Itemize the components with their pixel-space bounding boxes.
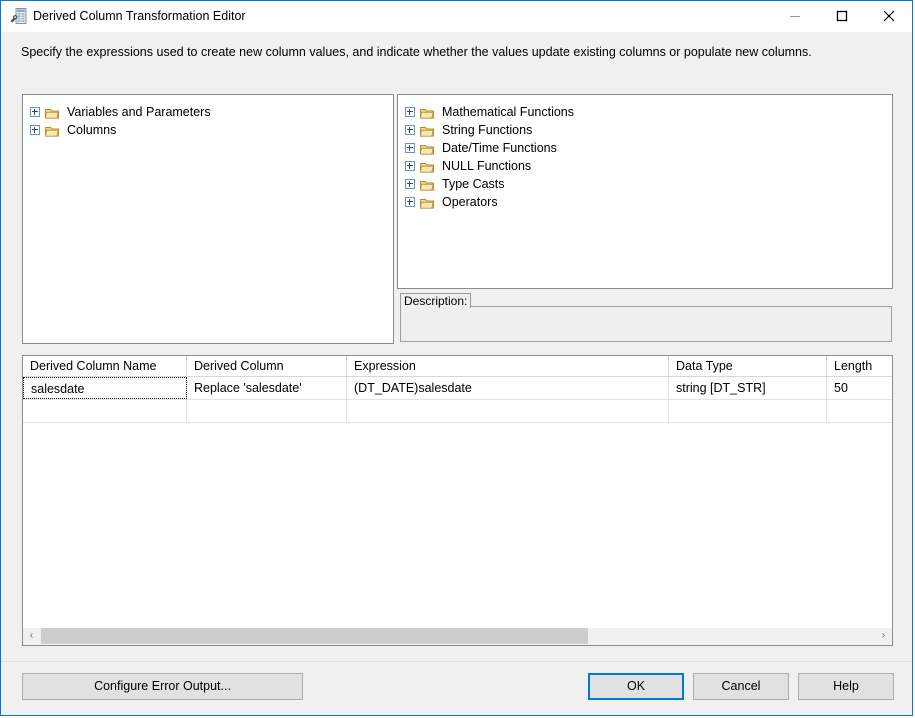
grid-cell-r0-c3[interactable]: string [DT_STR]: [669, 377, 827, 399]
grid-cell-r1-c3[interactable]: [669, 400, 827, 422]
functions-tree-item-5[interactable]: Operators: [401, 193, 892, 211]
ok-button[interactable]: OK: [588, 673, 684, 700]
folder-icon: [420, 106, 434, 117]
derived-column-icon: [10, 8, 28, 25]
grid-cell-r0-c2[interactable]: (DT_DATE)salesdate: [347, 377, 669, 399]
configure-error-output-button[interactable]: Configure Error Output...: [22, 673, 303, 700]
minimize-button[interactable]: [772, 1, 818, 31]
expand-plus-icon[interactable]: [405, 143, 415, 153]
tree-item-label: String Functions: [429, 121, 532, 139]
tree-item-label: Mathematical Functions: [429, 103, 574, 121]
expand-plus-icon[interactable]: [405, 125, 415, 135]
folder-icon: [420, 142, 434, 153]
expand-plus-icon[interactable]: [405, 161, 415, 171]
tree-item-label: Date/Time Functions: [429, 139, 557, 157]
functions-tree-item-1[interactable]: String Functions: [401, 121, 892, 139]
folder-icon: [45, 106, 59, 117]
grid-cell-r0-c4[interactable]: 50: [827, 377, 892, 399]
window-title: Derived Column Transformation Editor: [33, 9, 246, 23]
footer-divider: [1, 661, 912, 662]
column-header-2[interactable]: Expression: [347, 356, 669, 376]
tree-list: Variables and ParametersColumns: [26, 103, 393, 139]
functions-tree-item-3[interactable]: NULL Functions: [401, 157, 892, 175]
title-bar: Derived Column Transformation Editor: [1, 1, 912, 32]
maximize-button[interactable]: [819, 1, 865, 31]
column-header-4[interactable]: Length: [827, 356, 892, 376]
grid-header-row: Derived Column NameDerived ColumnExpress…: [23, 356, 892, 377]
column-header-1[interactable]: Derived Column: [187, 356, 347, 376]
maximize-icon: [836, 10, 848, 22]
tree-item-label: Type Casts: [429, 175, 505, 193]
grid-cell-r0-c1[interactable]: Replace 'salesdate': [187, 377, 347, 399]
variables-tree-item-0[interactable]: Variables and Parameters: [26, 103, 393, 121]
functions-tree-item-4[interactable]: Type Casts: [401, 175, 892, 193]
expand-plus-icon[interactable]: [405, 197, 415, 207]
folder-icon: [420, 178, 434, 189]
scroll-right-icon[interactable]: ›: [875, 628, 892, 644]
table-row[interactable]: [23, 400, 892, 423]
expand-plus-icon[interactable]: [405, 107, 415, 117]
functions-tree-item-0[interactable]: Mathematical Functions: [401, 103, 892, 121]
grid-cell-r1-c1[interactable]: [187, 400, 347, 422]
description-group: Description:: [397, 293, 893, 343]
scrollbar-thumb[interactable]: [41, 628, 588, 644]
close-icon: [883, 10, 895, 22]
tree-item-label: NULL Functions: [429, 157, 531, 175]
grid-cell-r0-c0[interactable]: salesdate: [23, 377, 187, 399]
grid-horizontal-scrollbar[interactable]: ‹ ›: [22, 628, 893, 646]
functions-tree[interactable]: Mathematical FunctionsString FunctionsDa…: [397, 94, 893, 289]
cancel-button[interactable]: Cancel: [693, 673, 789, 700]
description-box: [400, 306, 892, 342]
description-label: Description:: [400, 293, 471, 308]
tree-item-label: Variables and Parameters: [54, 103, 211, 121]
grid-cell-r1-c4[interactable]: [827, 400, 892, 422]
table-row[interactable]: salesdateReplace 'salesdate'(DT_DATE)sal…: [23, 377, 892, 400]
column-header-0[interactable]: Derived Column Name: [23, 356, 187, 376]
variables-columns-tree[interactable]: Variables and ParametersColumns: [22, 94, 394, 344]
functions-tree-item-2[interactable]: Date/Time Functions: [401, 139, 892, 157]
dialog-window: Derived Column Transformation Editor Spe…: [0, 0, 913, 716]
minimize-icon: [789, 10, 801, 22]
variables-tree-item-1[interactable]: Columns: [26, 121, 393, 139]
close-button[interactable]: [866, 1, 912, 31]
folder-icon: [420, 160, 434, 171]
expand-plus-icon[interactable]: [405, 179, 415, 189]
expand-plus-icon[interactable]: [30, 107, 40, 117]
scroll-left-icon[interactable]: ‹: [23, 628, 40, 644]
expand-plus-icon[interactable]: [30, 125, 40, 135]
tree-item-label: Operators: [429, 193, 498, 211]
tree-item-label: Columns: [54, 121, 116, 139]
instruction-text: Specify the expressions used to create n…: [21, 45, 812, 59]
derived-columns-grid[interactable]: Derived Column NameDerived ColumnExpress…: [22, 355, 893, 646]
folder-icon: [420, 196, 434, 207]
grid-cell-r1-c0[interactable]: [23, 400, 187, 422]
column-header-3[interactable]: Data Type: [669, 356, 827, 376]
folder-icon: [420, 124, 434, 135]
tree-list: Mathematical FunctionsString FunctionsDa…: [401, 103, 892, 211]
grid-cell-r1-c2[interactable]: [347, 400, 669, 422]
folder-icon: [45, 124, 59, 135]
help-button[interactable]: Help: [798, 673, 894, 700]
